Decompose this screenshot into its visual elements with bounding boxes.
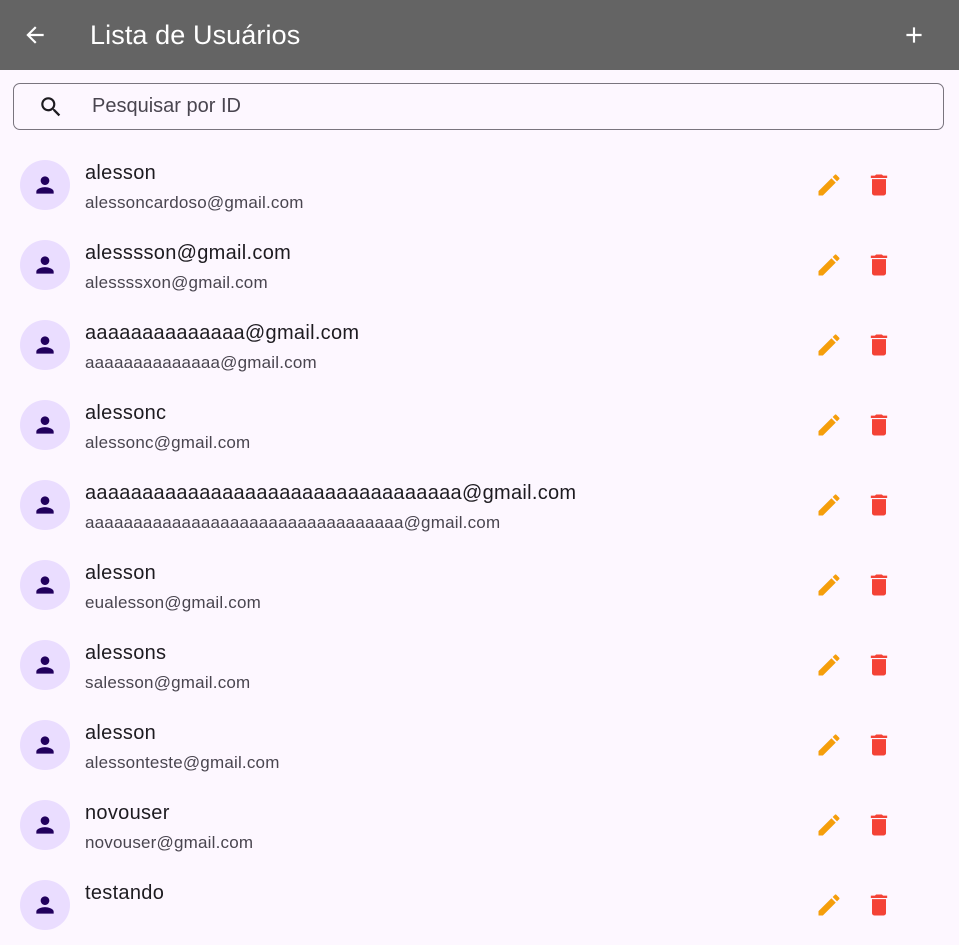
add-icon [906, 27, 922, 43]
user-email: aaaaaaaaaaaaaaaaaaaaaaaaaaaaaaaaa@gmail.… [85, 513, 501, 532]
edit-icon [818, 414, 840, 436]
user-email: eualesson@gmail.com [85, 593, 262, 612]
edit-button[interactable] [804, 240, 854, 290]
person-icon [36, 176, 54, 194]
user-email: alessonc@gmail.com [85, 433, 251, 452]
edit-button[interactable] [804, 160, 854, 210]
edit-icon [818, 334, 840, 356]
avatar [20, 160, 70, 210]
app-bar: Lista de Usuários [0, 0, 959, 70]
trash-icon [870, 414, 888, 436]
list-item[interactable]: aaaaaaaaaaaaaaaaaaaaaaaaaaaaaaaaa@gmail.… [0, 465, 959, 545]
delete-button[interactable] [854, 240, 904, 290]
avatar [20, 240, 70, 290]
person-icon [36, 736, 54, 754]
user-name: alesson [85, 722, 157, 744]
delete-button[interactable] [854, 800, 904, 850]
edit-button[interactable] [804, 560, 854, 610]
edit-icon [818, 254, 840, 276]
back-button[interactable] [10, 10, 60, 60]
search-field[interactable] [13, 83, 944, 130]
delete-button[interactable] [854, 160, 904, 210]
person-icon [36, 256, 54, 274]
delete-button[interactable] [854, 880, 904, 930]
person-icon [36, 576, 54, 594]
person-icon [36, 896, 54, 914]
delete-button[interactable] [854, 320, 904, 370]
edit-icon [818, 814, 840, 836]
avatar [20, 480, 70, 530]
trash-icon [870, 334, 888, 356]
delete-button[interactable] [854, 480, 904, 530]
trash-icon [870, 494, 888, 516]
list-item[interactable]: aaaaaaaaaaaaaa@gmail.com aaaaaaaaaaaaaa@… [0, 305, 959, 385]
delete-button[interactable] [854, 400, 904, 450]
user-name: testando [85, 882, 165, 904]
edit-icon [818, 654, 840, 676]
edit-button[interactable] [804, 720, 854, 770]
trash-icon [870, 814, 888, 836]
person-icon [36, 816, 54, 834]
delete-button[interactable] [854, 560, 904, 610]
list-item[interactable]: alessonc alessonc@gmail.com [0, 385, 959, 465]
list-item[interactable]: alesson alessonteste@gmail.com [0, 705, 959, 785]
avatar [20, 560, 70, 610]
list-item[interactable]: alesson eualesson@gmail.com [0, 545, 959, 625]
avatar [20, 640, 70, 690]
add-user-button[interactable] [889, 10, 939, 60]
user-email: novouser@gmail.com [85, 833, 254, 852]
list-item[interactable]: alesssson@gmail.com alessssxon@gmail.com [0, 225, 959, 305]
edit-button[interactable] [804, 480, 854, 530]
list-item[interactable]: alessons salesson@gmail.com [0, 625, 959, 705]
avatar [20, 720, 70, 770]
avatar [20, 800, 70, 850]
user-name: aaaaaaaaaaaaaaaaaaaaaaaaaaaaaaaaa@gmail.… [85, 482, 577, 504]
edit-button[interactable] [804, 880, 854, 930]
person-icon [36, 496, 54, 514]
edit-button[interactable] [804, 800, 854, 850]
trash-icon [870, 174, 888, 196]
delete-button[interactable] [854, 640, 904, 690]
edit-icon [818, 894, 840, 916]
user-name: aaaaaaaaaaaaaa@gmail.com [85, 322, 360, 344]
user-list: alesson alessoncardoso@gmail.com alessss… [0, 145, 959, 945]
user-name: alessonc [85, 402, 167, 424]
edit-icon [818, 494, 840, 516]
trash-icon [870, 894, 888, 916]
search-input[interactable] [92, 84, 922, 129]
list-item[interactable]: testando [0, 865, 959, 945]
user-email: alessssxon@gmail.com [85, 273, 268, 292]
edit-icon [818, 734, 840, 756]
user-email: alessoncardoso@gmail.com [85, 193, 304, 212]
avatar [20, 400, 70, 450]
user-email: salesson@gmail.com [85, 673, 251, 692]
user-name: alesson [85, 562, 157, 584]
avatar [20, 320, 70, 370]
avatar [20, 880, 70, 930]
edit-button[interactable] [804, 320, 854, 370]
person-icon [36, 416, 54, 434]
user-email: alessonteste@gmail.com [85, 753, 280, 772]
person-icon [36, 656, 54, 674]
arrow-back-icon [26, 26, 44, 44]
list-item[interactable]: alesson alessoncardoso@gmail.com [0, 145, 959, 225]
page-title: Lista de Usuários [90, 20, 301, 50]
user-name: alesson [85, 162, 157, 184]
person-icon [36, 336, 54, 354]
edit-button[interactable] [804, 640, 854, 690]
list-item[interactable]: novouser novouser@gmail.com [0, 785, 959, 865]
trash-icon [870, 734, 888, 756]
user-email: aaaaaaaaaaaaaa@gmail.com [85, 353, 317, 372]
user-name: alessons [85, 642, 167, 664]
user-name: novouser [85, 802, 170, 824]
trash-icon [870, 254, 888, 276]
edit-button[interactable] [804, 400, 854, 450]
edit-icon [818, 574, 840, 596]
delete-button[interactable] [854, 720, 904, 770]
trash-icon [870, 654, 888, 676]
user-name: alesssson@gmail.com [85, 242, 292, 264]
search-icon [41, 97, 61, 117]
edit-icon [818, 174, 840, 196]
trash-icon [870, 574, 888, 596]
